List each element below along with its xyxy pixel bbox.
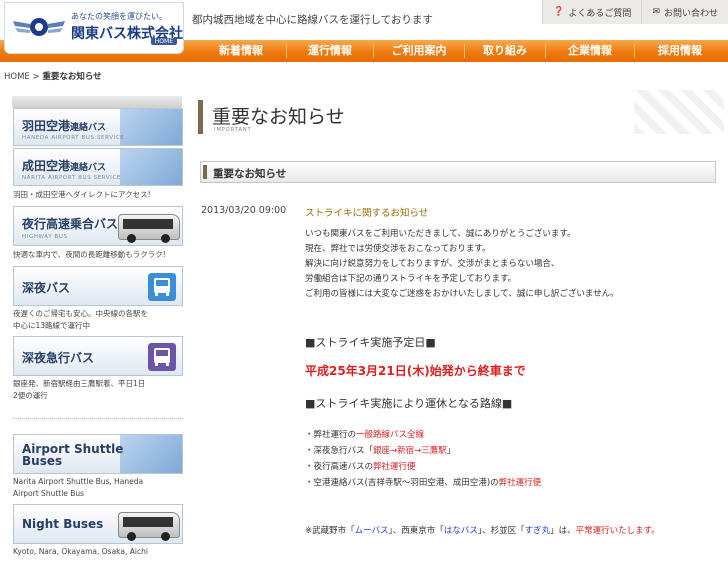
breadcrumb: HOME > 重要なお知らせ bbox=[4, 70, 102, 82]
strike-date: 平成25年3月21日(木)始発から終車まで bbox=[305, 364, 526, 378]
news-body-line: いつも関東バスをご利用いただきまして、誠にありがとうございます。 bbox=[305, 229, 576, 239]
banner-title: 成田空港連絡バス bbox=[22, 159, 107, 173]
suspended-route-item: ・弊社運行の一般路線バス全線 bbox=[305, 430, 425, 440]
mail-icon: ✉ bbox=[652, 7, 660, 17]
nav-news[interactable]: 新着情報 bbox=[196, 40, 286, 62]
mubus-link[interactable]: ムーバス bbox=[355, 526, 389, 536]
airport-bus-description: 羽田・成田空港へダイレクトにアクセス! bbox=[13, 190, 151, 199]
section-heading-text: 重要なお知らせ bbox=[213, 168, 287, 180]
breadcrumb-separator: > bbox=[32, 72, 40, 82]
airport-shuttle-buses-banner[interactable]: Airport Shuttle Buses bbox=[13, 434, 183, 474]
nav-guide[interactable]: ご利用案内 bbox=[374, 40, 464, 62]
description-line: 夜遅くのご帰宅も安心。中央線の各駅を bbox=[13, 309, 148, 318]
banner-subtitle: HANEDA AIRPORT BUS SERVICE bbox=[22, 135, 125, 141]
title-accent-bar bbox=[198, 100, 203, 134]
sidebar-top-bar bbox=[12, 96, 182, 108]
sugimaru-link[interactable]: すぎ丸 bbox=[525, 526, 551, 536]
description-line: Airport Shuttle Bus bbox=[13, 489, 85, 498]
suspended-routes-heading: ■ストライキ実施により運休となる路線■ bbox=[305, 397, 513, 410]
highway-bus-banner[interactable]: 夜行高速乗合バス HIGHWAY BUS bbox=[13, 206, 183, 246]
news-body-line: 解決に向け鋭意努力をしておりますが、交渉がまとまらない場合、 bbox=[305, 259, 560, 269]
description-line: 2便の運行 bbox=[13, 391, 48, 400]
suspended-route-item: ・深夜急行バス「銀座→新宿→三鷹駅」 bbox=[305, 446, 456, 456]
nav-company[interactable]: 企業情報 bbox=[546, 40, 634, 62]
nav-recruit[interactable]: 採用情報 bbox=[635, 40, 725, 62]
utility-links: ❓ よくあるご質問 ✉ お問い合わせ bbox=[542, 0, 728, 24]
night-bus-photo bbox=[118, 512, 180, 541]
strike-date-heading: ■ストライキ実施予定日■ bbox=[305, 336, 436, 349]
narita-airport-bus-banner[interactable]: 成田空港連絡バス NARITA AIRPORT BUS SERVICE bbox=[13, 148, 183, 186]
banner-title: 羽田空港連絡バス bbox=[22, 119, 107, 133]
header-lead-text: 都内城西地域を中心に路線バスを運行しております bbox=[192, 14, 433, 26]
breadcrumb-current: 重要なお知らせ bbox=[42, 72, 102, 82]
night-buses-description: Kyoto, Nara, Okayama, Osaka, Aichi bbox=[13, 547, 148, 556]
late-night-express-description: 銀座発、新宿駅経由三鷹駅着、平日1日 2便の運行 bbox=[13, 378, 183, 402]
banner-title: 深夜バス bbox=[22, 281, 71, 295]
late-night-express-bus-banner[interactable]: 深夜急行バス bbox=[13, 336, 183, 376]
news-date: 2013/03/20 09:00 bbox=[201, 205, 287, 216]
sky-graphic bbox=[120, 149, 182, 185]
sky-graphic bbox=[120, 109, 182, 145]
banner-subtitle: HIGHWAY BUS bbox=[22, 234, 68, 240]
sky-graphic bbox=[120, 435, 182, 473]
late-night-bus-description: 夜遅くのご帰宅も安心。中央線の各駅を 中心に13路線で運行中 bbox=[13, 308, 183, 332]
description-line: 中心に13路線で運行中 bbox=[13, 321, 91, 330]
contact-link[interactable]: ✉ お問い合わせ bbox=[641, 0, 728, 24]
nav-service-info[interactable]: 運行情報 bbox=[287, 40, 373, 62]
bus-icon bbox=[148, 273, 176, 301]
airport-shuttle-description: Narita Airport Shuttle Bus, Haneda Airpo… bbox=[13, 476, 183, 500]
breadcrumb-home[interactable]: HOME bbox=[4, 72, 30, 82]
banner-title: Night Buses bbox=[22, 517, 104, 531]
bus-icon bbox=[148, 343, 176, 371]
sidebar-divider bbox=[13, 418, 183, 419]
site-logo[interactable]: あなたの笑顔を運びたい。 関東バス株式会社 HOME bbox=[4, 2, 184, 54]
logo-home-badge[interactable]: HOME bbox=[150, 38, 177, 45]
news-body-line: 労働組合は下記の通りストライキを予定しております。 bbox=[305, 274, 517, 284]
nav-initiatives[interactable]: 取り組み bbox=[465, 40, 545, 62]
site-header: あなたの笑顔を運びたい。 関東バス株式会社 HOME 都内城西地域を中心に路線バ… bbox=[0, 0, 728, 54]
page-title-english: IMPORTANT bbox=[214, 127, 252, 133]
news-body-line: 現在、弊社では労使交渉をおこなっております。 bbox=[305, 244, 491, 254]
highway-bus-photo bbox=[118, 214, 180, 243]
description-line: 銀座発、新宿駅経由三鷹駅着、平日1日 bbox=[13, 379, 146, 388]
faq-link[interactable]: ❓ よくあるご質問 bbox=[542, 0, 642, 24]
page-title-text: 重要なお知らせ bbox=[212, 106, 345, 128]
suspended-route-item: ・夜行高速バスの弊社運行便 bbox=[305, 462, 416, 472]
page-title: 重要なお知らせ IMPORTANT bbox=[198, 100, 718, 134]
news-body-line: ご利用の皆様には大変なご迷惑をおかけいたしまして、誠に申し訳ございません。 bbox=[305, 289, 619, 299]
highway-bus-description: 快適な車内で、夜間の長距離移動もラクラク! bbox=[13, 250, 166, 259]
question-icon: ❓ bbox=[553, 7, 565, 17]
banner-title-line2: Buses bbox=[22, 454, 63, 468]
section-heading: 重要なお知らせ bbox=[200, 161, 716, 183]
banner-subtitle: NARITA AIRPORT BUS SERVICE bbox=[22, 175, 121, 181]
haneda-airport-bus-banner[interactable]: 羽田空港連絡バス HANEDA AIRPORT BUS SERVICE bbox=[13, 108, 183, 146]
night-buses-banner[interactable]: Night Buses bbox=[13, 504, 183, 544]
news-title[interactable]: ストライキに関するお知らせ bbox=[305, 205, 428, 219]
sidebar: 羽田空港連絡バス HANEDA AIRPORT BUS SERVICE 成田空港… bbox=[10, 92, 186, 574]
contact-label: お問い合わせ bbox=[663, 8, 718, 19]
banner-title: 深夜急行バス bbox=[22, 351, 95, 365]
section-accent-bar bbox=[203, 165, 207, 179]
late-night-bus-banner[interactable]: 深夜バス bbox=[13, 266, 183, 306]
description-line: Narita Airport Shuttle Bus, Haneda bbox=[13, 477, 144, 486]
suspended-route-item: ・空港連絡バス(吉祥寺駅～羽田空港、成田空港)の弊社運行便 bbox=[305, 478, 542, 488]
hanabus-link[interactable]: はなバス bbox=[444, 526, 478, 536]
banner-title: 夜行高速乗合バス bbox=[22, 217, 119, 231]
winged-wheel-emblem-icon bbox=[13, 18, 65, 36]
faq-label: よくあるご質問 bbox=[568, 8, 632, 19]
normal-service-note: ※武蔵野市「ムーバス」、西東京市「はなバス」、杉並区「すぎ丸」は、平常運行いたし… bbox=[305, 526, 660, 536]
logo-tagline: あなたの笑顔を運びたい。 bbox=[71, 12, 167, 21]
